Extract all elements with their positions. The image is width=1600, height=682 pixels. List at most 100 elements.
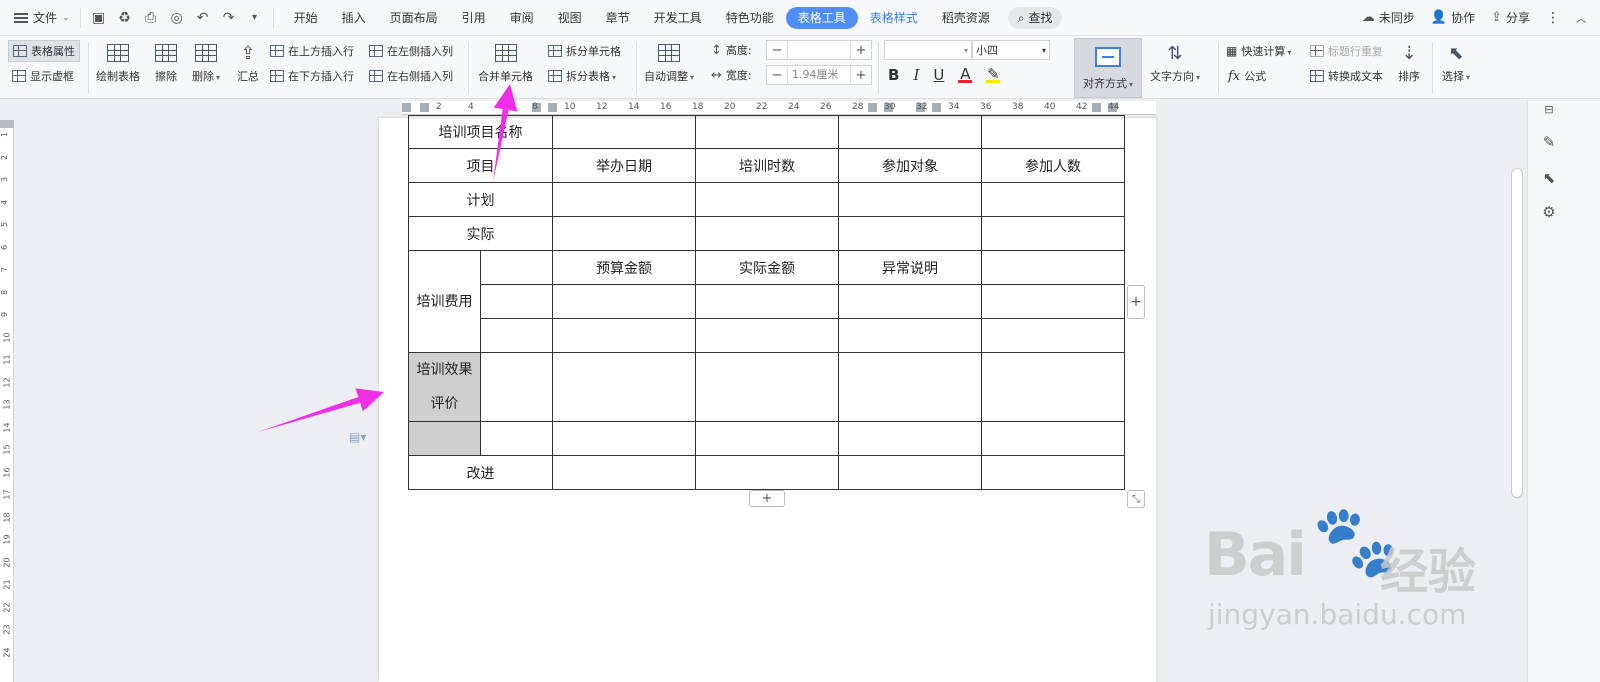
- sort-button[interactable]: ⇣ 排序: [1397, 42, 1421, 84]
- text-direction-button[interactable]: ⇅ 文字方向: [1150, 42, 1200, 84]
- table-cell[interactable]: [838, 182, 982, 217]
- panel-toggle-icon[interactable]: ⊟: [1540, 103, 1558, 121]
- table-cell[interactable]: [695, 318, 839, 353]
- redo-icon[interactable]: ↷: [221, 10, 237, 26]
- table-cell-selected[interactable]: [408, 421, 481, 456]
- table-cell[interactable]: [981, 284, 1125, 319]
- ruler-margin-marker[interactable]: [1092, 103, 1101, 112]
- split-table-button[interactable]: 拆分表格: [548, 68, 616, 84]
- delete-button[interactable]: 删除: [192, 42, 220, 84]
- tab-view[interactable]: 视图: [546, 7, 594, 29]
- table-cell[interactable]: [981, 115, 1125, 149]
- table-cell[interactable]: [838, 115, 982, 149]
- paragraph-layout-icon[interactable]: ▤▾: [349, 430, 366, 444]
- split-cells-button[interactable]: 拆分单元格: [548, 43, 621, 59]
- table-cell[interactable]: [695, 115, 839, 149]
- tab-references[interactable]: 引用: [450, 7, 498, 29]
- table-cell-header[interactable]: 项目: [408, 148, 553, 183]
- table-cell[interactable]: [552, 421, 696, 456]
- tab-features[interactable]: 特色功能: [714, 7, 786, 29]
- table-cell-improve[interactable]: 改进: [408, 455, 553, 490]
- table-resize-handle[interactable]: ⤡: [1127, 490, 1145, 508]
- increase-width-button[interactable]: +: [851, 66, 871, 84]
- tab-table-style[interactable]: 表格样式: [858, 7, 930, 29]
- table-cell-header[interactable]: 参加对象: [838, 148, 982, 183]
- table-cell-header[interactable]: 异常说明: [838, 250, 982, 285]
- highlight-button[interactable]: ✎: [986, 66, 1001, 83]
- table-cell[interactable]: [552, 115, 696, 149]
- table-cell[interactable]: [981, 421, 1125, 456]
- edit-pen-icon[interactable]: ✎: [1540, 133, 1558, 151]
- table-cell[interactable]: [695, 352, 839, 422]
- align-button[interactable]: 对齐方式: [1074, 38, 1142, 98]
- horizontal-ruler[interactable]: 2 4 6 8 10 12 14 16 18 20 22 24 26 28 30 32 34 36 38 40 42 44: [402, 101, 1156, 115]
- underline-button[interactable]: U: [933, 66, 944, 84]
- table-cell[interactable]: [838, 284, 982, 319]
- table-cell[interactable]: [981, 182, 1125, 217]
- font-size-select[interactable]: 小四 ▾: [972, 40, 1050, 60]
- table-cell[interactable]: [695, 216, 839, 251]
- table-cell-cost-label[interactable]: 培训费用: [408, 250, 481, 353]
- sync-status[interactable]: ☁ 未同步: [1362, 9, 1415, 26]
- undo-icon[interactable]: ↶: [195, 10, 211, 26]
- merge-cells-button[interactable]: 合并单元格: [478, 42, 533, 84]
- collaborate-button[interactable]: 👤 协作: [1431, 9, 1475, 26]
- table-cell[interactable]: [981, 318, 1125, 353]
- table-cell[interactable]: [695, 284, 839, 319]
- table-cell-header[interactable]: 参加人数: [981, 148, 1125, 183]
- add-column-button[interactable]: +: [1127, 285, 1145, 319]
- quick-calc-button[interactable]: ▦ 快速计算: [1226, 43, 1291, 59]
- height-input[interactable]: [787, 41, 851, 59]
- erase-button[interactable]: 擦除: [154, 42, 178, 84]
- table-cell[interactable]: [480, 421, 553, 456]
- table-cell[interactable]: [552, 318, 696, 353]
- tab-review[interactable]: 审阅: [498, 7, 546, 29]
- ruler-margin-marker[interactable]: [548, 103, 557, 112]
- tab-insert[interactable]: 插入: [330, 7, 378, 29]
- table-cell-eval-label-selected[interactable]: 培训效果评价: [408, 352, 481, 422]
- table-cell-title[interactable]: 培训项目名称: [408, 115, 553, 149]
- title-row-repeat-button[interactable]: 标题行重复: [1310, 43, 1383, 59]
- table-cell[interactable]: [981, 455, 1125, 490]
- table-cell-actual[interactable]: 实际: [408, 216, 553, 251]
- insert-row-below-button[interactable]: 在下方插入行: [270, 68, 354, 84]
- summary-button[interactable]: ⇪ 汇总: [236, 42, 260, 84]
- table-cell[interactable]: [480, 284, 553, 319]
- auto-fit-button[interactable]: 自动调整: [644, 42, 694, 84]
- table-cell[interactable]: [695, 182, 839, 217]
- file-menu[interactable]: 文件 ⌄: [14, 7, 81, 28]
- width-input[interactable]: 1.94厘米: [787, 66, 851, 84]
- tab-table-tools[interactable]: 表格工具: [785, 6, 858, 29]
- table-cell-header[interactable]: 实际金额: [695, 250, 839, 285]
- font-family-select[interactable]: ▾: [884, 40, 972, 60]
- cloud-save-icon[interactable]: ♻: [117, 10, 133, 26]
- table-cell-header[interactable]: 预算金额: [552, 250, 696, 285]
- table-cell[interactable]: [838, 216, 982, 251]
- table-cell[interactable]: [838, 318, 982, 353]
- table-cell[interactable]: [480, 352, 553, 422]
- collapse-ribbon-icon[interactable]: ︿: [1576, 10, 1586, 25]
- more-icon[interactable]: ▾: [247, 10, 263, 26]
- ruler-margin-marker[interactable]: [932, 103, 941, 112]
- tab-home[interactable]: 开始: [282, 7, 330, 29]
- table-cell-header[interactable]: 举办日期: [552, 148, 696, 183]
- decrease-width-button[interactable]: −: [767, 66, 787, 84]
- document-table[interactable]: 培训项目名称 项目 举办日期 培训时数 参加对象 参加人数 计划 实际 培训费用…: [408, 115, 1125, 490]
- increase-height-button[interactable]: +: [851, 41, 871, 59]
- more-options-icon[interactable]: ⋮: [1546, 10, 1560, 26]
- ruler-margin-marker[interactable]: [420, 103, 429, 112]
- select-cursor-icon[interactable]: ⬉: [1540, 169, 1558, 187]
- draw-table-button[interactable]: 绘制表格: [96, 42, 140, 84]
- insert-row-above-button[interactable]: 在上方插入行: [270, 43, 354, 59]
- settings-sliders-icon[interactable]: ⚙: [1540, 203, 1558, 221]
- width-stepper[interactable]: − 1.94厘米 +: [766, 65, 872, 85]
- table-cell-plan[interactable]: 计划: [408, 182, 553, 217]
- table-cell[interactable]: [552, 284, 696, 319]
- table-cell-header[interactable]: 培训时数: [695, 148, 839, 183]
- convert-to-text-button[interactable]: 转换成文本: [1310, 68, 1383, 84]
- tab-docer-resources[interactable]: 稻壳资源: [930, 7, 1002, 29]
- table-cell[interactable]: [838, 352, 982, 422]
- print-icon[interactable]: ⎙: [143, 10, 159, 26]
- share-button[interactable]: ⇪ 分享: [1491, 9, 1530, 26]
- tab-chapter[interactable]: 章节: [594, 7, 642, 29]
